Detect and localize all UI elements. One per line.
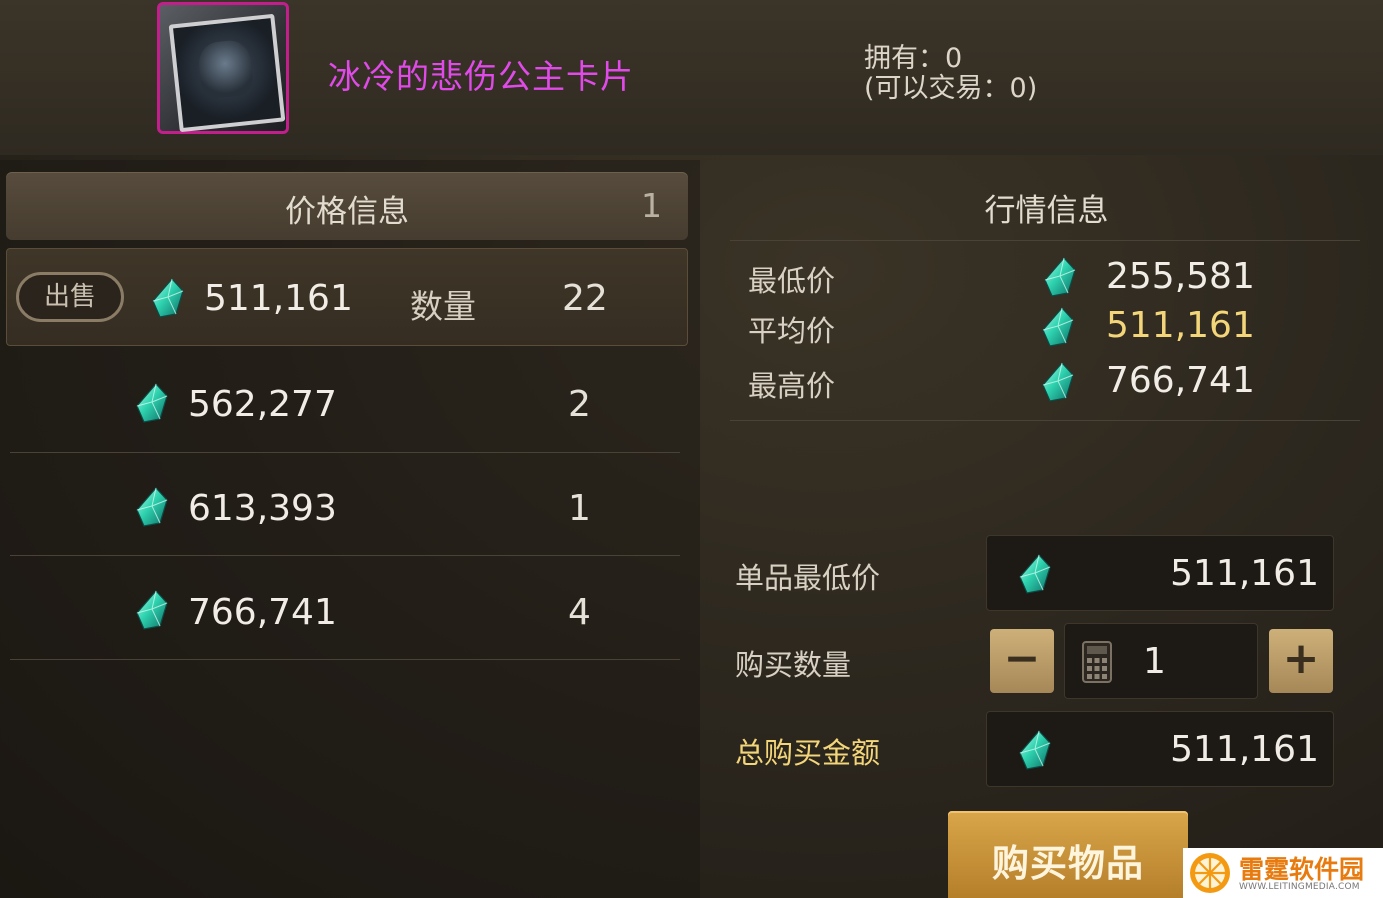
- watermark-url: WWW.LEITINGMEDIA.COM: [1239, 882, 1360, 892]
- gem-icon: [1040, 361, 1076, 403]
- gem-icon: [134, 486, 170, 528]
- tradable-count: (可以交易：0): [864, 73, 1038, 104]
- watermark-title: 雷霆软件园: [1239, 855, 1365, 884]
- unit-price-label: 单品最低价: [735, 561, 881, 595]
- listing-row[interactable]: 562,277 2: [10, 352, 680, 452]
- price-info-title: 价格信息: [285, 194, 409, 230]
- gem-icon: [134, 382, 170, 424]
- listing-row[interactable]: 613,393 1: [10, 455, 680, 555]
- total-label: 总购买金额: [735, 736, 881, 770]
- listing-qty: 2: [568, 384, 591, 425]
- divider: [10, 452, 680, 453]
- listing-price: 511,161: [204, 278, 353, 319]
- listing-price: 613,393: [188, 488, 337, 529]
- minus-icon: −: [1003, 633, 1041, 684]
- listing-qty: 22: [562, 278, 608, 319]
- orange-slice-logo-icon: [1190, 853, 1230, 893]
- increase-qty-button[interactable]: +: [1269, 629, 1333, 693]
- divider: [10, 659, 680, 660]
- divider: [730, 240, 1360, 241]
- plus-icon: +: [1282, 633, 1320, 684]
- market-avg-label: 平均价: [748, 314, 836, 348]
- listing-price: 766,741: [188, 592, 337, 633]
- calculator-icon[interactable]: [1081, 640, 1113, 684]
- listing-qty: 4: [568, 592, 591, 633]
- gem-icon: [134, 589, 170, 631]
- item-card-frame[interactable]: [157, 2, 289, 134]
- decrease-qty-button[interactable]: −: [990, 629, 1054, 693]
- divider: [10, 555, 680, 556]
- gem-icon: [1042, 256, 1078, 298]
- market-max-label: 最高价: [748, 369, 836, 403]
- total-value: 511,161: [1170, 729, 1319, 770]
- unit-price-box: 511,161: [986, 535, 1334, 611]
- item-name: 冰冷的悲伤公主卡片: [328, 57, 634, 96]
- market-max-value: 766,741: [1106, 360, 1255, 401]
- buy-qty-label: 购买数量: [735, 648, 852, 682]
- price-info-page: 1: [641, 186, 662, 225]
- watermark: 雷霆软件园 WWW.LEITINGMEDIA.COM: [1183, 848, 1383, 898]
- market-min-value: 255,581: [1106, 256, 1255, 297]
- buy-item-button[interactable]: 购买物品: [948, 811, 1188, 898]
- price-info-header: 价格信息 1: [6, 172, 688, 240]
- qty-value: 1: [1143, 641, 1166, 682]
- princess-card-icon: [168, 13, 286, 133]
- buy-item-label: 购买物品: [992, 842, 1144, 885]
- gem-icon: [1017, 729, 1053, 771]
- gem-icon: [150, 277, 186, 319]
- divider: [730, 420, 1360, 421]
- market-avg-value: 511,161: [1106, 305, 1255, 346]
- market-info-title: 行情信息: [984, 193, 1109, 229]
- sell-button[interactable]: 出售: [16, 272, 124, 322]
- gem-icon: [1017, 553, 1053, 595]
- total-box: 511,161: [986, 711, 1334, 787]
- unit-price-value: 511,161: [1170, 553, 1319, 594]
- quantity-label: 数量: [410, 287, 476, 326]
- listing-qty: 1: [568, 488, 591, 529]
- listing-row[interactable]: 766,741 4: [10, 558, 680, 658]
- qty-input[interactable]: 1: [1064, 623, 1258, 699]
- listing-price: 562,277: [188, 384, 337, 425]
- market-min-label: 最低价: [748, 264, 836, 298]
- gem-icon: [1040, 306, 1076, 348]
